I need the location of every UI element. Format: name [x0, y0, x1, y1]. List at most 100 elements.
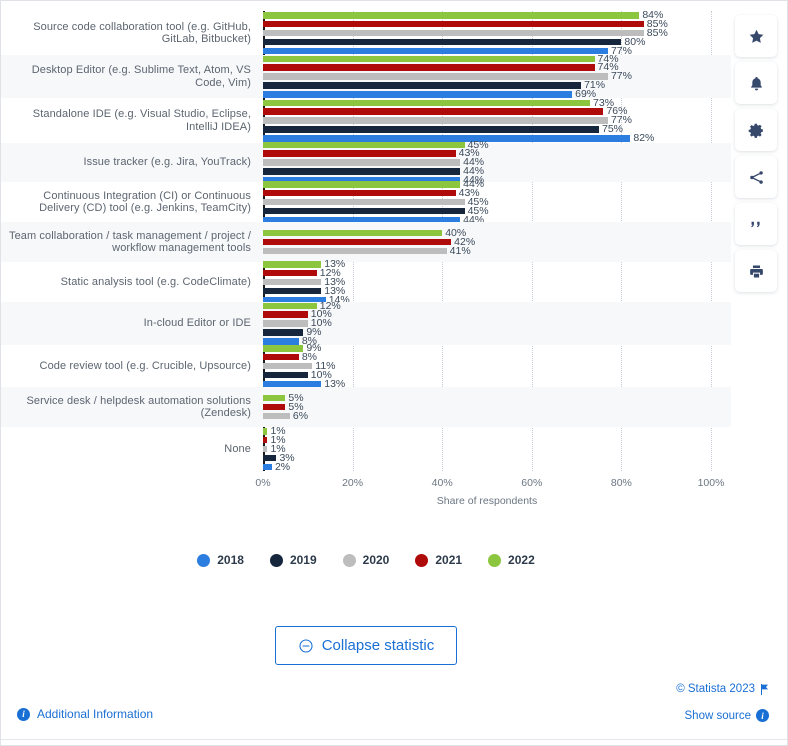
bar-2019[interactable]: 44%	[263, 166, 731, 176]
bar-rect	[263, 168, 461, 175]
bar-2020[interactable]: 44%	[263, 157, 731, 167]
copyright-notice: © Statista 2023	[676, 683, 769, 695]
bars-cell: 12% 10% 10% 9% 8%	[263, 300, 731, 346]
x-tick-label: 80%	[610, 477, 632, 489]
legend-swatch	[415, 553, 429, 567]
citation-icon-button[interactable]	[735, 203, 777, 245]
bar-2022[interactable]: 73%	[263, 97, 731, 108]
legend-item-2019[interactable]: 2019	[269, 553, 317, 567]
additional-information-link[interactable]: i Additional Information	[17, 707, 153, 721]
copyright-text: © Statista 2023	[676, 683, 755, 695]
category-label: Code review tool (e.g. Crucible, Upsourc…	[39, 359, 251, 372]
bar-2021[interactable]: 42%	[263, 237, 731, 247]
chart-row: Desktop Editor (e.g. Sublime Text, Atom,…	[1, 53, 731, 99]
legend-item-2020[interactable]: 2020	[342, 553, 389, 567]
bar-rect	[263, 150, 456, 157]
bar-2020[interactable]: 6%	[263, 411, 731, 421]
notification-icon-button[interactable]	[735, 62, 777, 104]
bars-cell: 84% 85% 85% 80% 77%	[263, 10, 731, 56]
bar-2021[interactable]: 43%	[263, 188, 731, 198]
show-source-link[interactable]: Show source i	[685, 709, 769, 722]
chart-row: Code review tool (e.g. Crucible, Upsourc…	[1, 343, 731, 389]
share-icon-button[interactable]	[735, 156, 777, 198]
bar-2022[interactable]: 5%	[263, 393, 731, 403]
bar-rect	[263, 141, 465, 148]
bars-cell: 13% 12% 13% 13% 14%	[263, 259, 731, 305]
x-axis-title: Share of respondents	[436, 495, 538, 507]
settings-icon-button[interactable]	[735, 109, 777, 151]
bar-rect	[263, 126, 599, 133]
legend-label: 2021	[435, 553, 463, 567]
print-icon	[749, 264, 763, 278]
chart-plot-area: Source code collaboration tool (e.g. Git…	[1, 10, 731, 567]
bar-rect	[263, 287, 322, 295]
bar-2019[interactable]: 45%	[263, 206, 731, 216]
bar-rect	[263, 29, 644, 37]
bar-2021[interactable]: 5%	[263, 402, 731, 412]
legend-item-2021[interactable]: 2021	[415, 553, 462, 567]
bar-value-label: 41%	[449, 244, 471, 257]
bar-2020[interactable]: 11%	[263, 361, 731, 371]
bar-2019[interactable]: 71%	[263, 80, 731, 90]
bar-2022[interactable]: 45%	[263, 139, 731, 150]
bar-rect	[263, 278, 322, 286]
bar-2018[interactable]: 2%	[263, 461, 731, 472]
bar-2020[interactable]: 1%	[263, 444, 731, 454]
legend-item-2022[interactable]: 2022	[488, 553, 535, 567]
chart-row: Continuous Integration (CI) or Continuou…	[1, 179, 731, 225]
bar-rect	[263, 229, 443, 237]
bar-2022[interactable]: 40%	[263, 228, 731, 238]
bar-2021[interactable]: 74%	[263, 62, 731, 72]
bar-2020[interactable]: 41%	[263, 244, 731, 257]
favorite-icon-button[interactable]	[735, 15, 777, 57]
category-label: Continuous Integration (CI) or Continuou…	[39, 189, 251, 215]
bar-2018[interactable]: 8%	[263, 336, 731, 346]
collapse-statistic-button[interactable]: Collapse statistic	[274, 626, 458, 665]
bar-2022[interactable]: 12%	[263, 300, 731, 311]
bar-2018[interactable]: 69%	[263, 89, 731, 99]
bars-cell: 44% 43% 45% 45% 44%	[263, 179, 731, 225]
chart-row: Team collaboration / task management / p…	[1, 222, 731, 262]
bar-rect	[263, 371, 308, 379]
share-icon	[749, 170, 763, 184]
bar-rect	[263, 428, 268, 435]
bar-2020[interactable]: 77%	[263, 115, 731, 125]
bar-rect	[263, 82, 582, 89]
bar-2022[interactable]: 1%	[263, 426, 731, 436]
chart-row: In-cloud Editor or IDE 12% 10% 10% 9% 8%	[1, 300, 731, 346]
bar-rect	[263, 320, 308, 327]
bar-2022[interactable]: 44%	[263, 179, 731, 189]
bar-2021[interactable]: 10%	[263, 309, 731, 319]
bar-2020[interactable]: 10%	[263, 318, 731, 328]
bar-rect	[263, 189, 456, 197]
bar-rect	[263, 91, 573, 98]
bar-rect	[263, 73, 608, 80]
print-icon-button[interactable]	[735, 250, 777, 292]
statista-chart-widget: Source code collaboration tool (e.g. Git…	[0, 0, 788, 746]
bar-2021[interactable]: 43%	[263, 148, 731, 158]
bar-2020[interactable]: 77%	[263, 71, 731, 81]
bar-rows-container: Source code collaboration tool (e.g. Git…	[1, 10, 731, 472]
minus-circle-icon	[299, 638, 313, 653]
bar-2022[interactable]: 9%	[263, 343, 731, 353]
bar-rect	[263, 345, 304, 352]
info-icon: i	[17, 707, 30, 721]
bar-2021[interactable]: 1%	[263, 435, 731, 445]
additional-information-label: Additional Information	[37, 707, 154, 721]
bar-rect	[263, 47, 608, 54]
bar-rect	[263, 55, 595, 62]
bar-2018[interactable]: 77%	[263, 45, 731, 56]
bar-2021[interactable]: 76%	[263, 106, 731, 116]
category-label: Static analysis tool (e.g. CodeClimate)	[60, 275, 251, 288]
bar-2020[interactable]: 85%	[263, 28, 731, 38]
legend-item-2018[interactable]: 2018	[197, 553, 244, 567]
bar-2022[interactable]: 74%	[263, 53, 731, 64]
bar-2019[interactable]: 9%	[263, 327, 731, 337]
bar-2019[interactable]: 3%	[263, 453, 731, 463]
bar-rect	[263, 412, 290, 420]
bar-rect	[263, 207, 465, 215]
bar-rect	[263, 238, 452, 246]
bar-2019[interactable]: 75%	[263, 124, 731, 134]
bar-2020[interactable]: 45%	[263, 197, 731, 207]
bar-2019[interactable]: 80%	[263, 37, 731, 47]
